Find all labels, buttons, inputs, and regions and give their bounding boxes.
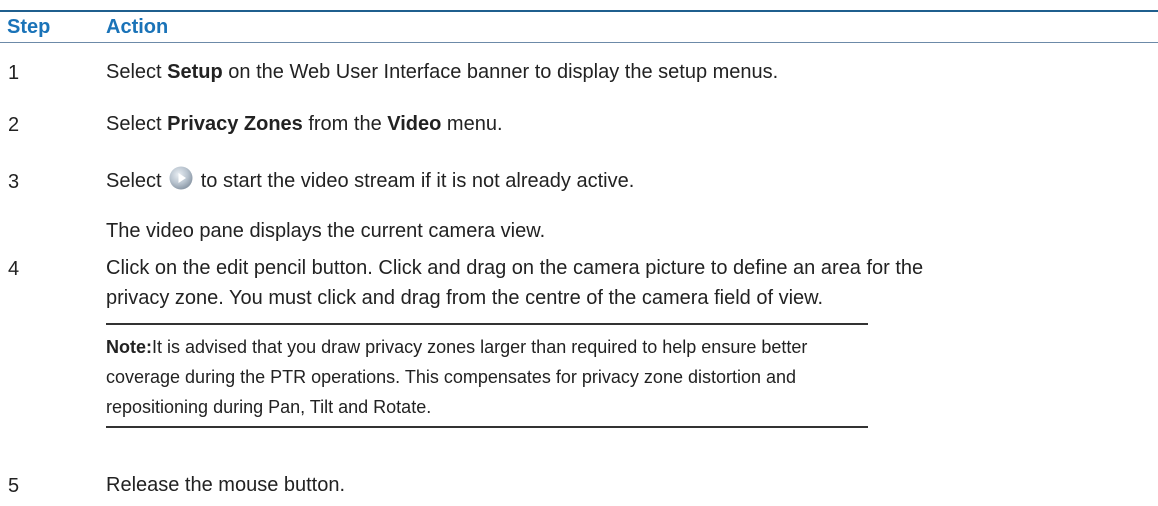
step-number: 3 (8, 171, 20, 193)
step-text-line: Click on the edit pencil button. Click a… (106, 257, 924, 279)
step-text-part: Select (106, 113, 168, 135)
step-text-part: Select (106, 61, 168, 83)
column-header-step: Step (7, 16, 51, 38)
step-text: Select to start the video stream if it i… (106, 166, 1146, 196)
step-text-part: from the (302, 113, 388, 135)
step-text-part: on the Web User Interface banner to disp… (222, 61, 779, 83)
step-number: 4 (8, 258, 20, 280)
ui-term-setup: Setup (167, 61, 223, 83)
step-text-line: privacy zone. You must click and drag fr… (106, 287, 824, 309)
note-bottom-rule (106, 426, 868, 428)
step-number: 5 (8, 475, 20, 497)
note-text: It is advised that you draw privacy zone… (106, 337, 808, 417)
note-body: Note:It is advised that you draw privacy… (106, 325, 868, 426)
step-text-part: to start the video stream if it is not a… (200, 170, 635, 192)
step-text: Release the mouse button. (106, 474, 346, 496)
column-header-action: Action (106, 16, 169, 38)
step-number: 2 (8, 114, 20, 136)
ui-term-video: Video (387, 113, 442, 135)
step-text-part: menu. (441, 113, 503, 135)
step-number: 1 (8, 62, 20, 84)
note-box: Note:It is advised that you draw privacy… (106, 323, 868, 428)
step-text: Select Privacy Zones from the Video menu… (106, 109, 1146, 139)
step-text: Select Setup on the Web User Interface b… (106, 57, 1146, 87)
note-label: Note: (106, 337, 152, 357)
step-text-part: Select (106, 170, 162, 192)
step-subtext: The video pane displays the current came… (106, 220, 546, 242)
play-circle-icon (169, 166, 193, 190)
header-rule (0, 42, 1158, 43)
ui-term-privacy-zones: Privacy Zones (167, 113, 303, 135)
table-top-rule (0, 10, 1158, 12)
